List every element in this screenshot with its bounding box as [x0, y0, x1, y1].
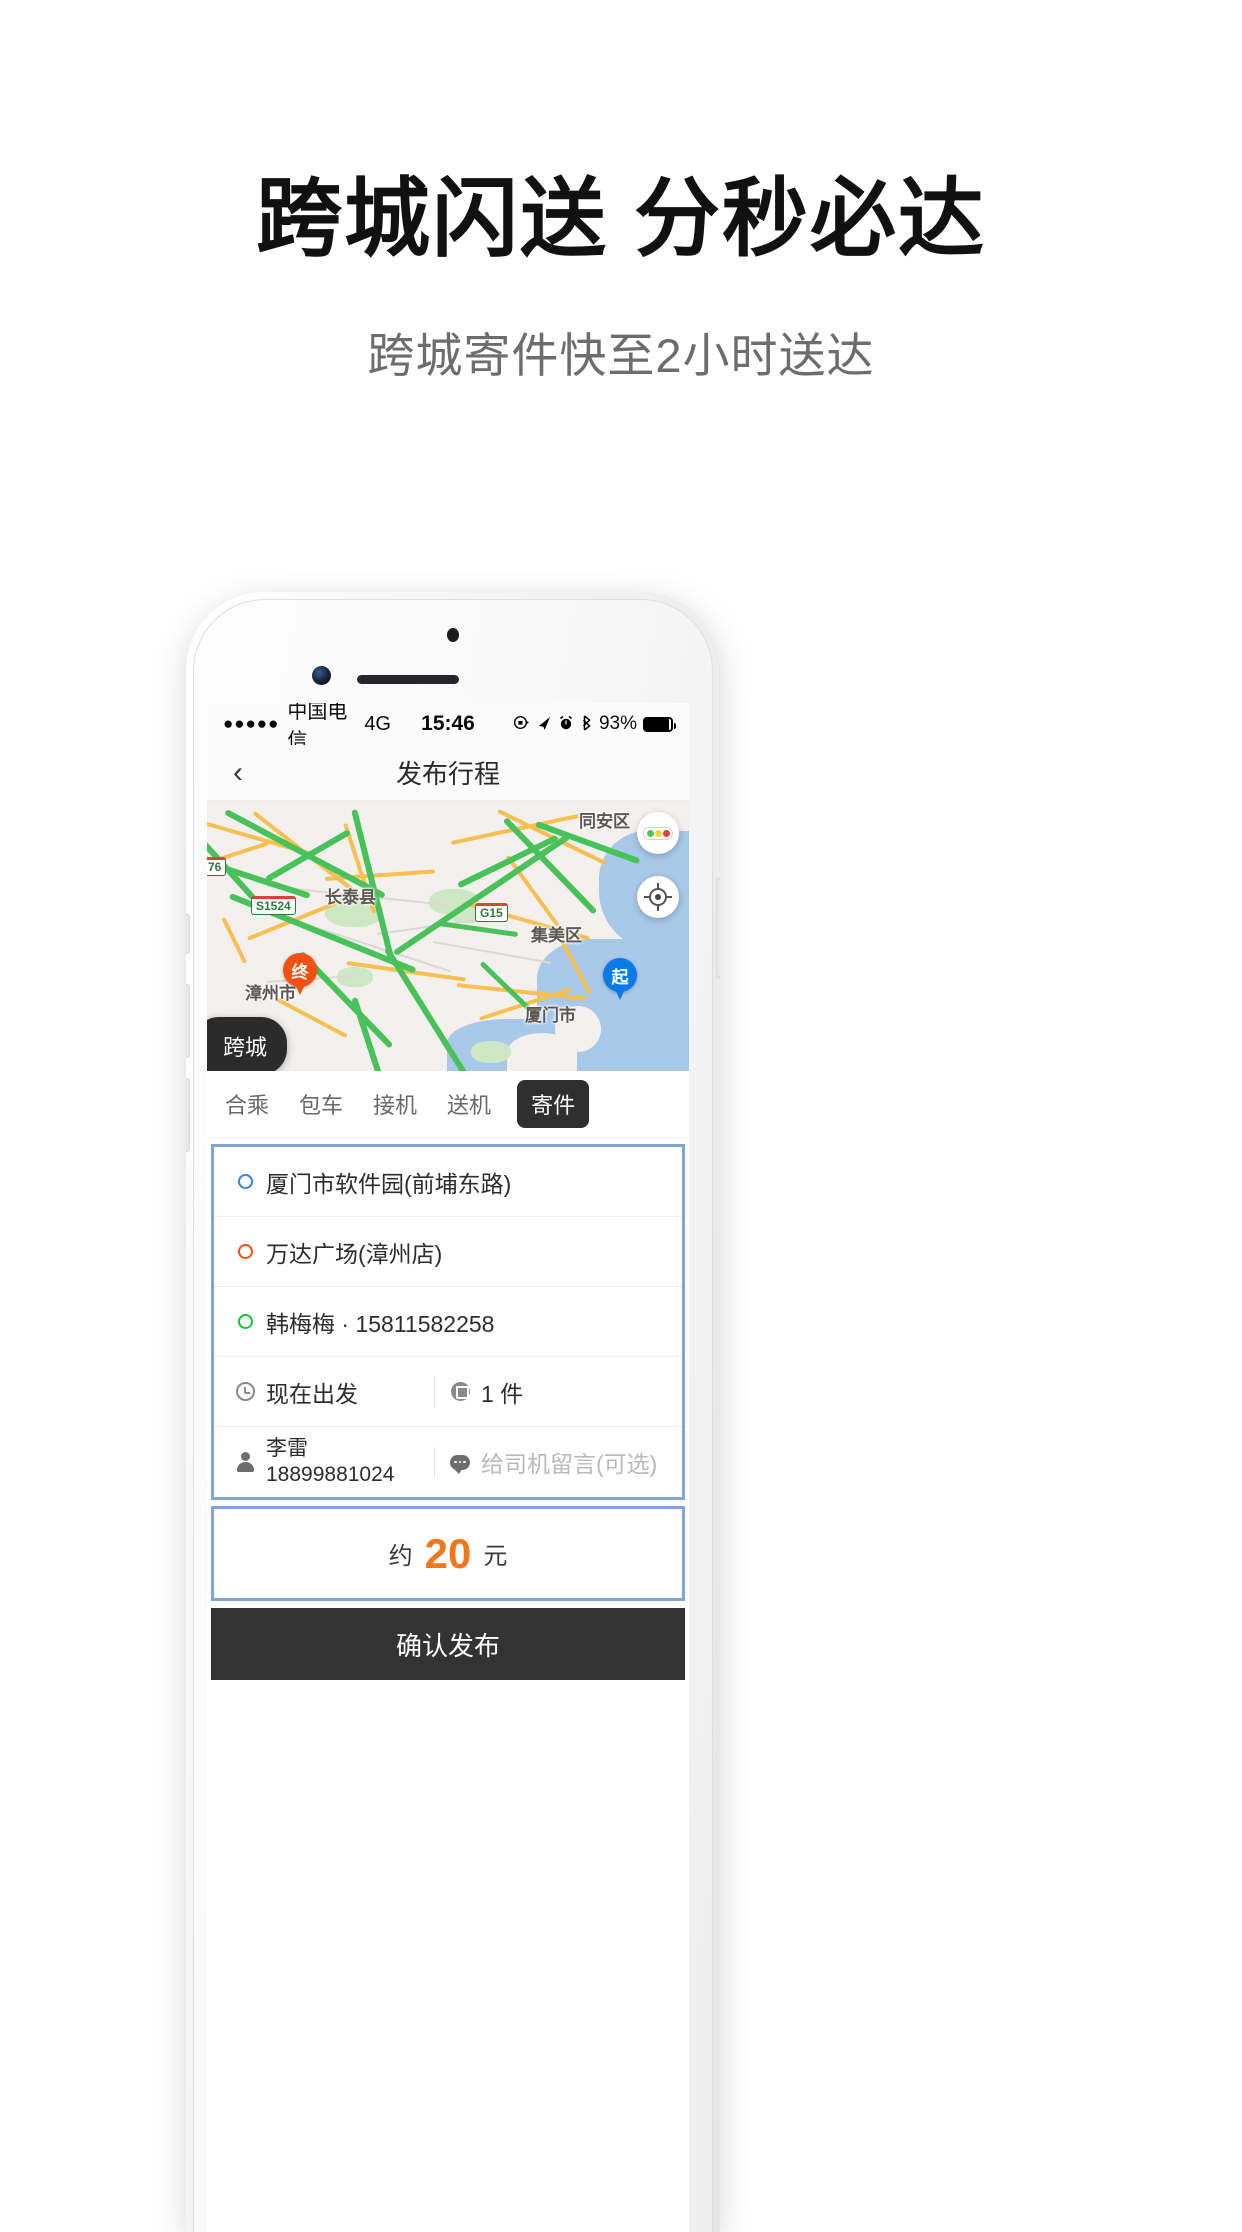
status-bar: ●●●●● 中国电信 4G 15:46 93% — [207, 703, 689, 752]
form-row-depart-quantity[interactable]: 现在出发 1 件 — [214, 1357, 682, 1427]
proximity-sensor-icon — [447, 628, 459, 642]
form-row-sender-note[interactable]: 李雷 18899881024 给司机留言(可选) — [214, 1427, 682, 1497]
row-divider — [434, 1376, 435, 1407]
circle-orange-icon — [224, 1244, 266, 1259]
front-camera-icon — [312, 666, 331, 685]
phone-screen: ●●●●● 中国电信 4G 15:46 93% ‹ 发布行程 同安区 长泰县 集… — [207, 703, 689, 2232]
location-arrow-icon — [536, 715, 552, 734]
price-amount: 20 — [424, 1529, 472, 1577]
note-placeholder[interactable]: 给司机留言(可选) — [481, 1445, 657, 1479]
form-row-destination[interactable]: 万达广场(漳州店) — [214, 1217, 682, 1287]
pin-tail — [293, 980, 307, 995]
phone-mute-switch — [186, 914, 190, 954]
phone-power-button — [716, 878, 720, 978]
tab-dropoff[interactable]: 送机 — [443, 1080, 495, 1128]
sender-name: 李雷 — [266, 1436, 308, 1460]
tab-carpool[interactable]: 合乘 — [221, 1080, 273, 1128]
alarm-clock-icon — [558, 715, 574, 734]
map-view[interactable]: 同安区 长泰县 集美区 漳州市 厦门市 76 S1524 G15 终 起 跨城 — [207, 801, 689, 1071]
locate-me-button[interactable] — [637, 876, 679, 918]
nav-bar: ‹ 发布行程 — [207, 745, 689, 801]
phone-volume-up — [186, 984, 190, 1058]
traffic-light-icon — [643, 826, 673, 840]
price-unit: 元 — [483, 1543, 508, 1570]
service-tab-bar: 合乘 包车 接机 送机 寄件 — [207, 1071, 689, 1137]
circle-green-icon — [224, 1314, 266, 1329]
status-bar-right: 93% — [505, 713, 676, 735]
phone-mockup: ●●●●● 中国电信 4G 15:46 93% ‹ 发布行程 同安区 长泰县 集… — [186, 592, 720, 2232]
promo-subtitle: 跨城寄件快至2小时送达 — [367, 328, 875, 382]
map-island — [507, 1033, 577, 1071]
map-pin-origin[interactable]: 起 — [603, 958, 637, 1002]
earpiece-speaker — [357, 675, 459, 684]
battery-icon — [643, 716, 676, 732]
map-label: 同安区 — [579, 812, 630, 831]
receiver-value: 韩梅梅 · 15811582258 — [266, 1310, 495, 1337]
clock-icon — [224, 1382, 266, 1401]
phone-volume-down — [186, 1078, 190, 1152]
network-type-label: 4G — [364, 712, 391, 735]
confirm-publish-button[interactable]: 确认发布 — [211, 1608, 685, 1680]
crosscity-badge[interactable]: 跨城 — [207, 1017, 288, 1071]
package-icon — [439, 1382, 481, 1401]
map-route-shield: S1524 — [251, 896, 296, 916]
promo-block: 跨城闪送 分秒必达 跨城寄件快至2小时送达 — [0, 0, 1242, 386]
map-park — [471, 1041, 511, 1063]
map-highway — [438, 921, 519, 938]
map-label: 长泰县 — [325, 888, 376, 907]
row-divider — [434, 1447, 435, 1477]
map-road — [221, 917, 247, 964]
destination-value: 万达广场(漳州店) — [266, 1240, 443, 1267]
sender-info: 李雷 18899881024 — [266, 1436, 434, 1489]
locate-crosshair-icon — [644, 883, 672, 911]
map-pin-destination[interactable]: 终 — [283, 953, 317, 997]
pin-tail — [613, 985, 627, 1000]
rotation-lock-icon — [513, 714, 530, 734]
map-route-shield: G15 — [475, 903, 508, 923]
page-title: 发布行程 — [395, 759, 500, 789]
signal-strength-icon: ●●●●● — [223, 714, 280, 733]
back-chevron-icon[interactable]: ‹ — [223, 757, 253, 788]
promo-title: 跨城闪送 分秒必达 — [256, 171, 986, 267]
quantity-value: 1 件 — [481, 1380, 524, 1407]
form-row-receiver[interactable]: 韩梅梅 · 15811582258 — [214, 1287, 682, 1357]
status-bar-clock: 15:46 — [421, 712, 475, 735]
tab-charter[interactable]: 包车 — [295, 1080, 347, 1128]
tab-delivery[interactable]: 寄件 — [517, 1080, 590, 1128]
map-label: 集美区 — [531, 926, 582, 945]
order-form-card: 厦门市软件园(前埔东路) 万达广场(漳州店) 韩梅梅 · 15811582258… — [211, 1144, 685, 1500]
price-card: 约 20 元 — [211, 1506, 685, 1601]
form-row-origin[interactable]: 厦门市软件园(前埔东路) — [214, 1147, 682, 1217]
map-route-shield: 76 — [207, 857, 227, 877]
chat-icon — [439, 1454, 481, 1474]
traffic-toggle-button[interactable] — [637, 812, 679, 854]
circle-blue-icon — [224, 1174, 266, 1189]
map-label: 厦门市 — [525, 1006, 576, 1025]
origin-value: 厦门市软件园(前埔东路) — [266, 1170, 512, 1197]
sender-phone: 18899881024 — [266, 1463, 395, 1486]
person-icon — [224, 1452, 266, 1472]
depart-time-value: 现在出发 — [266, 1380, 358, 1407]
tab-pickup[interactable]: 接机 — [369, 1080, 421, 1128]
price-prefix: 约 — [388, 1543, 413, 1570]
bluetooth-icon — [580, 714, 593, 734]
battery-percent-label: 93% — [598, 713, 637, 734]
